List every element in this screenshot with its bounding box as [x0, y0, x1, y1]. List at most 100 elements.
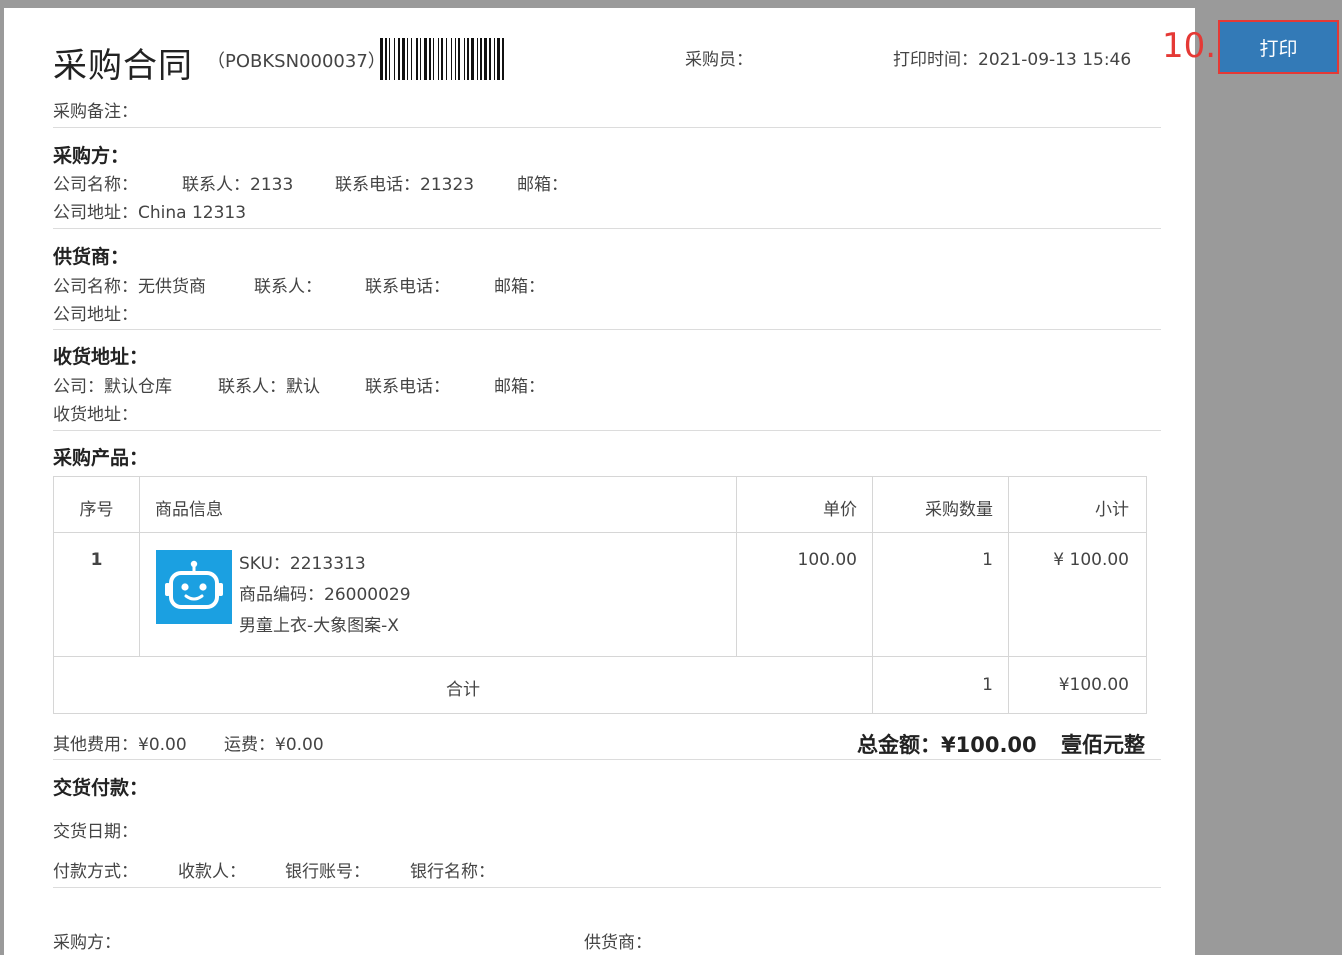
barcode-bar	[438, 38, 439, 80]
products-title: 采购产品：	[53, 447, 149, 469]
barcode-bar	[464, 38, 465, 80]
total-amount: ¥100.00	[1058, 675, 1129, 695]
supplier-address-label: 公司地址：	[53, 305, 138, 325]
product-code: 商品编码：26000029	[239, 585, 411, 605]
print-time: 打印时间：2021-09-13 15:46	[893, 45, 1131, 70]
barcode-bar	[380, 38, 383, 80]
payment-method-label: 付款方式：	[53, 862, 138, 882]
print-button[interactable]: 打印	[1218, 20, 1339, 74]
product-subtotal: ¥ 100.00	[1053, 550, 1129, 570]
other-fees-label: 其他费用：	[53, 735, 138, 755]
other-fees: 其他费用：¥0.00	[53, 730, 187, 755]
purchaser-address: 公司地址：China 12313	[53, 198, 246, 223]
barcode-bar	[420, 38, 421, 80]
barcode-bar	[502, 38, 504, 80]
total-quantity: 1	[982, 675, 993, 695]
supplier-phone-label: 联系电话：	[365, 277, 450, 297]
grand-total-in-words: 壹佰元整	[1061, 733, 1145, 757]
purchaser-phone-value: 21323	[420, 175, 475, 195]
column-header-unit-price: 单价	[823, 500, 857, 520]
barcode-bar	[484, 38, 487, 80]
product-sku: SKU：2213313	[239, 554, 366, 574]
freight-fee: 运费：¥0.00	[224, 730, 324, 755]
barcode-bar	[471, 38, 474, 80]
barcode-bar	[407, 38, 408, 80]
contract-paper: 采购合同 （POBKSN000037） 采购员： 打印时间：2021-09-13…	[4, 8, 1195, 955]
delivery-date-label: 交货日期：	[53, 822, 138, 842]
delivery-title: 收货地址：	[53, 346, 149, 368]
products-table: 序号 商品信息 单价 采购数量 小计 1 SKU：2213313 商品编码：26…	[53, 476, 1147, 714]
barcode-bar	[494, 38, 495, 80]
purchaser-address-label: 公司地址：	[53, 203, 138, 223]
signature-purchaser-label: 采购方：	[53, 933, 121, 953]
product-quantity: 1	[982, 550, 993, 570]
page-title: 采购合同	[53, 46, 193, 86]
delivery-phone-label: 联系电话：	[365, 377, 450, 397]
purchaser-company-label: 公司名称：	[53, 175, 138, 195]
barcode-bar	[451, 38, 452, 80]
payee-label: 收款人：	[178, 862, 246, 882]
barcode-bar	[441, 38, 443, 80]
barcode-bar	[389, 38, 390, 80]
print-time-value: 2021-09-13 15:46	[978, 50, 1132, 70]
order-number: （POBKSN000037）	[207, 51, 386, 72]
freight-value: ¥0.00	[275, 735, 324, 755]
step-marker: 10.	[1162, 26, 1217, 66]
purchaser-contact-label: 联系人：	[182, 175, 250, 195]
buyer-label: 采购员：	[685, 50, 753, 70]
barcode-bar	[416, 38, 418, 80]
divider	[53, 228, 1161, 229]
bank-account-label: 银行账号：	[285, 862, 370, 882]
grand-total-value: ¥100.00	[941, 733, 1037, 757]
barcode-bar	[480, 38, 482, 80]
delivery-contact-value: 默认	[286, 377, 320, 397]
robot-icon	[165, 560, 223, 609]
other-fees-value: ¥0.00	[138, 735, 187, 755]
column-header-product-info: 商品信息	[155, 500, 223, 520]
total-label: 合计	[446, 680, 480, 700]
divider	[53, 887, 1161, 888]
product-unit-price: 100.00	[797, 550, 857, 570]
purchaser-contact-value: 2133	[250, 175, 294, 195]
barcode-bar	[458, 38, 460, 80]
purchase-note-label: 采购备注：	[53, 102, 138, 122]
delivery-contact: 联系人：默认	[218, 372, 320, 397]
barcode-bar	[424, 38, 427, 80]
column-header-subtotal: 小计	[1095, 500, 1129, 520]
barcode-bar	[446, 38, 447, 80]
barcode-bar	[411, 38, 412, 80]
column-header-index: 序号	[79, 500, 114, 520]
table-divider	[54, 656, 1146, 657]
print-time-label: 打印时间：	[893, 50, 978, 70]
divider	[53, 329, 1161, 330]
product-image	[156, 550, 232, 624]
grand-total-label: 总金额：	[857, 733, 941, 757]
barcode-bar	[497, 38, 500, 80]
purchaser-phone: 联系电话：21323	[335, 170, 474, 195]
supplier-company-label: 公司名称：	[53, 277, 138, 297]
barcode	[380, 38, 504, 80]
delivery-company-label: 公司：	[53, 377, 104, 397]
delivery-contact-label: 联系人：	[218, 377, 286, 397]
supplier-company-value: 无供货商	[138, 277, 206, 297]
barcode-bar	[398, 38, 400, 80]
supplier-contact-label: 联系人：	[254, 277, 322, 297]
purchaser-contact: 联系人：2133	[182, 170, 293, 195]
grand-total: 总金额：¥100.00	[857, 729, 1037, 759]
barcode-bar	[489, 38, 491, 80]
product-name: 男童上衣-大象图案-X	[239, 616, 399, 636]
barcode-bar	[433, 38, 434, 80]
barcode-bar	[385, 38, 387, 80]
row-index: 1	[90, 550, 103, 570]
delivery-company: 公司：默认仓库	[53, 372, 172, 397]
barcode-bar	[394, 38, 395, 80]
table-divider	[54, 532, 1146, 533]
payment-title: 交货付款：	[53, 777, 149, 799]
table-divider	[139, 477, 140, 657]
column-header-quantity: 采购数量	[925, 500, 993, 520]
divider	[53, 127, 1161, 128]
delivery-company-value: 默认仓库	[104, 377, 172, 397]
bank-name-label: 银行名称：	[410, 862, 495, 882]
supplier-email-label: 邮箱：	[494, 277, 545, 297]
barcode-bar	[402, 38, 405, 80]
